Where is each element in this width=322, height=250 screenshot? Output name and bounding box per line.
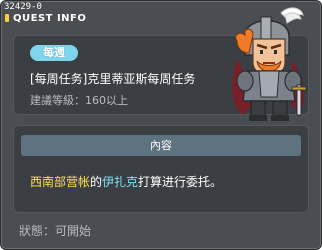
quest-description: 西南部营帐的伊扎克打算进行委托。 (30, 173, 222, 190)
status-value: 可開始 (55, 224, 92, 238)
description-text: 的 (90, 175, 103, 189)
level-value: 160以上 (85, 94, 128, 107)
quest-name: [每周任务]克里蒂亚斯每周任务 (30, 72, 196, 86)
npc-knight-portrait-icon (232, 7, 307, 121)
window-title-bar: QUEST INFO (5, 12, 86, 24)
quest-status: 狀態：可開始 (19, 222, 91, 239)
npc-link[interactable]: 伊扎克 (102, 175, 138, 189)
location-link[interactable]: 西南部营帐 (30, 175, 90, 189)
recommended-level: 建議等級：160以上 (30, 92, 128, 108)
window-title: QUEST INFO (13, 12, 87, 24)
title-marker-icon (5, 14, 9, 22)
quest-id: 32429-0 (4, 2, 42, 12)
content-header: 內容 (21, 135, 301, 156)
quest-content-panel: 內容 西南部营帐的伊扎克打算进行委托。 (13, 125, 309, 213)
quest-info-window: 32429-0 QUEST INFO 每週 [每周任务]克里蒂亚斯每周任务 建議… (0, 0, 322, 250)
category-badge: 每週 (30, 45, 78, 61)
status-label: 狀態： (19, 224, 56, 238)
description-text: 打算进行委托。 (138, 175, 223, 189)
level-label: 建議等級： (30, 94, 85, 107)
